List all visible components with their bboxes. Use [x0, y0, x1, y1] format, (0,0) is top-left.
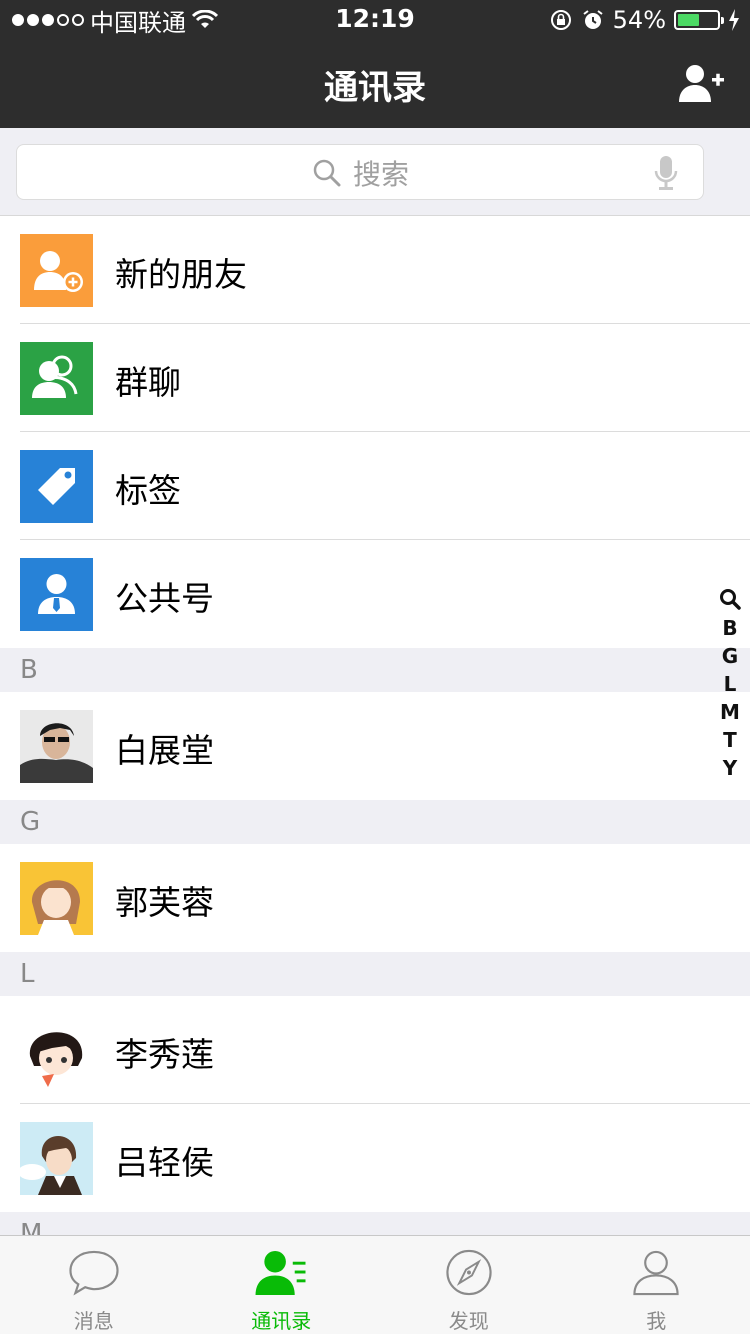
carrier-label: 中国联通: [90, 8, 186, 37]
index-search-icon[interactable]: [719, 586, 741, 612]
battery-percent: 54%: [612, 6, 666, 34]
profile-icon: [633, 1250, 679, 1296]
contact-avatar: [20, 862, 93, 935]
tag-icon: [20, 450, 93, 523]
battery-icon: [674, 10, 724, 30]
group-chat-icon: [20, 342, 93, 415]
status-left: 中国联通: [12, 6, 218, 37]
contact-avatar: [20, 710, 93, 783]
index-letter-g[interactable]: G: [722, 642, 738, 670]
tab-label: 通讯录: [251, 1309, 312, 1333]
tab-messages[interactable]: 消息: [0, 1236, 188, 1334]
contact-name: 吕轻侯: [115, 1143, 214, 1182]
contact-row[interactable]: 吕轻侯: [0, 1104, 750, 1212]
nav-bar: 通讯录: [0, 40, 750, 128]
contact-name: 李秀莲: [115, 1035, 214, 1074]
contact-avatar: [20, 1122, 93, 1195]
index-letter-m[interactable]: M: [720, 698, 740, 726]
contact-row[interactable]: 郭芙蓉: [0, 844, 750, 952]
index-letter-l[interactable]: L: [724, 670, 737, 698]
search-placeholder: 搜索: [352, 158, 409, 191]
section-header-g: G: [0, 800, 750, 844]
official-account-icon: [20, 558, 93, 631]
wifi-icon: [192, 10, 218, 28]
tab-contacts[interactable]: 通讯录: [188, 1236, 376, 1334]
tab-discover[interactable]: 发现: [375, 1236, 563, 1334]
section-header-b: B: [0, 648, 750, 692]
index-letter-t[interactable]: T: [723, 726, 737, 754]
status-right: 54%: [549, 6, 740, 34]
compass-icon: [446, 1249, 492, 1296]
new-friends-label: 新的朋友: [115, 255, 247, 294]
search-icon: [313, 159, 341, 187]
tags-row[interactable]: 标签: [0, 432, 750, 540]
tab-label: 发现: [448, 1309, 489, 1333]
status-bar: 中国联通 12:19 54%: [0, 0, 750, 40]
search-area: 搜索: [0, 128, 750, 216]
section-header-l: L: [0, 952, 750, 996]
alarm-icon: [583, 10, 603, 29]
rotation-lock-icon: [550, 10, 571, 30]
tab-label: 消息: [73, 1309, 114, 1333]
tab-me[interactable]: 我: [563, 1236, 750, 1334]
new-friends-row[interactable]: 新的朋友: [0, 216, 750, 324]
contact-row[interactable]: 白展堂: [0, 692, 750, 800]
group-chats-row[interactable]: 群聊: [0, 324, 750, 432]
group-chats-label: 群聊: [115, 363, 181, 402]
index-letter-y[interactable]: Y: [723, 754, 737, 782]
index-letter-b[interactable]: B: [722, 614, 737, 642]
contacts-icon: [255, 1250, 306, 1296]
charging-bolt-icon: [729, 9, 739, 31]
signal-strength-icon: [12, 14, 84, 26]
tab-bar: 消息 通讯录 发现 我: [0, 1235, 750, 1334]
add-friend-icon[interactable]: [678, 62, 726, 106]
contact-row[interactable]: 李秀莲: [0, 996, 750, 1104]
alphabet-index-bar[interactable]: B G L M T Y: [716, 586, 744, 782]
new-friend-icon: [20, 234, 93, 307]
search-input[interactable]: 搜索: [16, 144, 704, 200]
contact-list: 新的朋友 群聊 标签 公共号 B 白展堂 G 郭芙蓉 L 李秀莲 吕轻侯 M: [0, 216, 750, 1256]
microphone-icon[interactable]: [653, 155, 679, 191]
page-title: 通讯录: [324, 68, 426, 108]
contact-name: 郭芙蓉: [115, 883, 214, 922]
contact-avatar: [20, 1014, 93, 1087]
contact-name: 白展堂: [115, 731, 214, 770]
chat-bubble-icon: [69, 1250, 119, 1296]
official-accounts-row[interactable]: 公共号: [0, 540, 750, 648]
tab-label: 我: [646, 1309, 667, 1333]
official-accounts-label: 公共号: [115, 579, 214, 618]
tags-label: 标签: [115, 471, 181, 510]
